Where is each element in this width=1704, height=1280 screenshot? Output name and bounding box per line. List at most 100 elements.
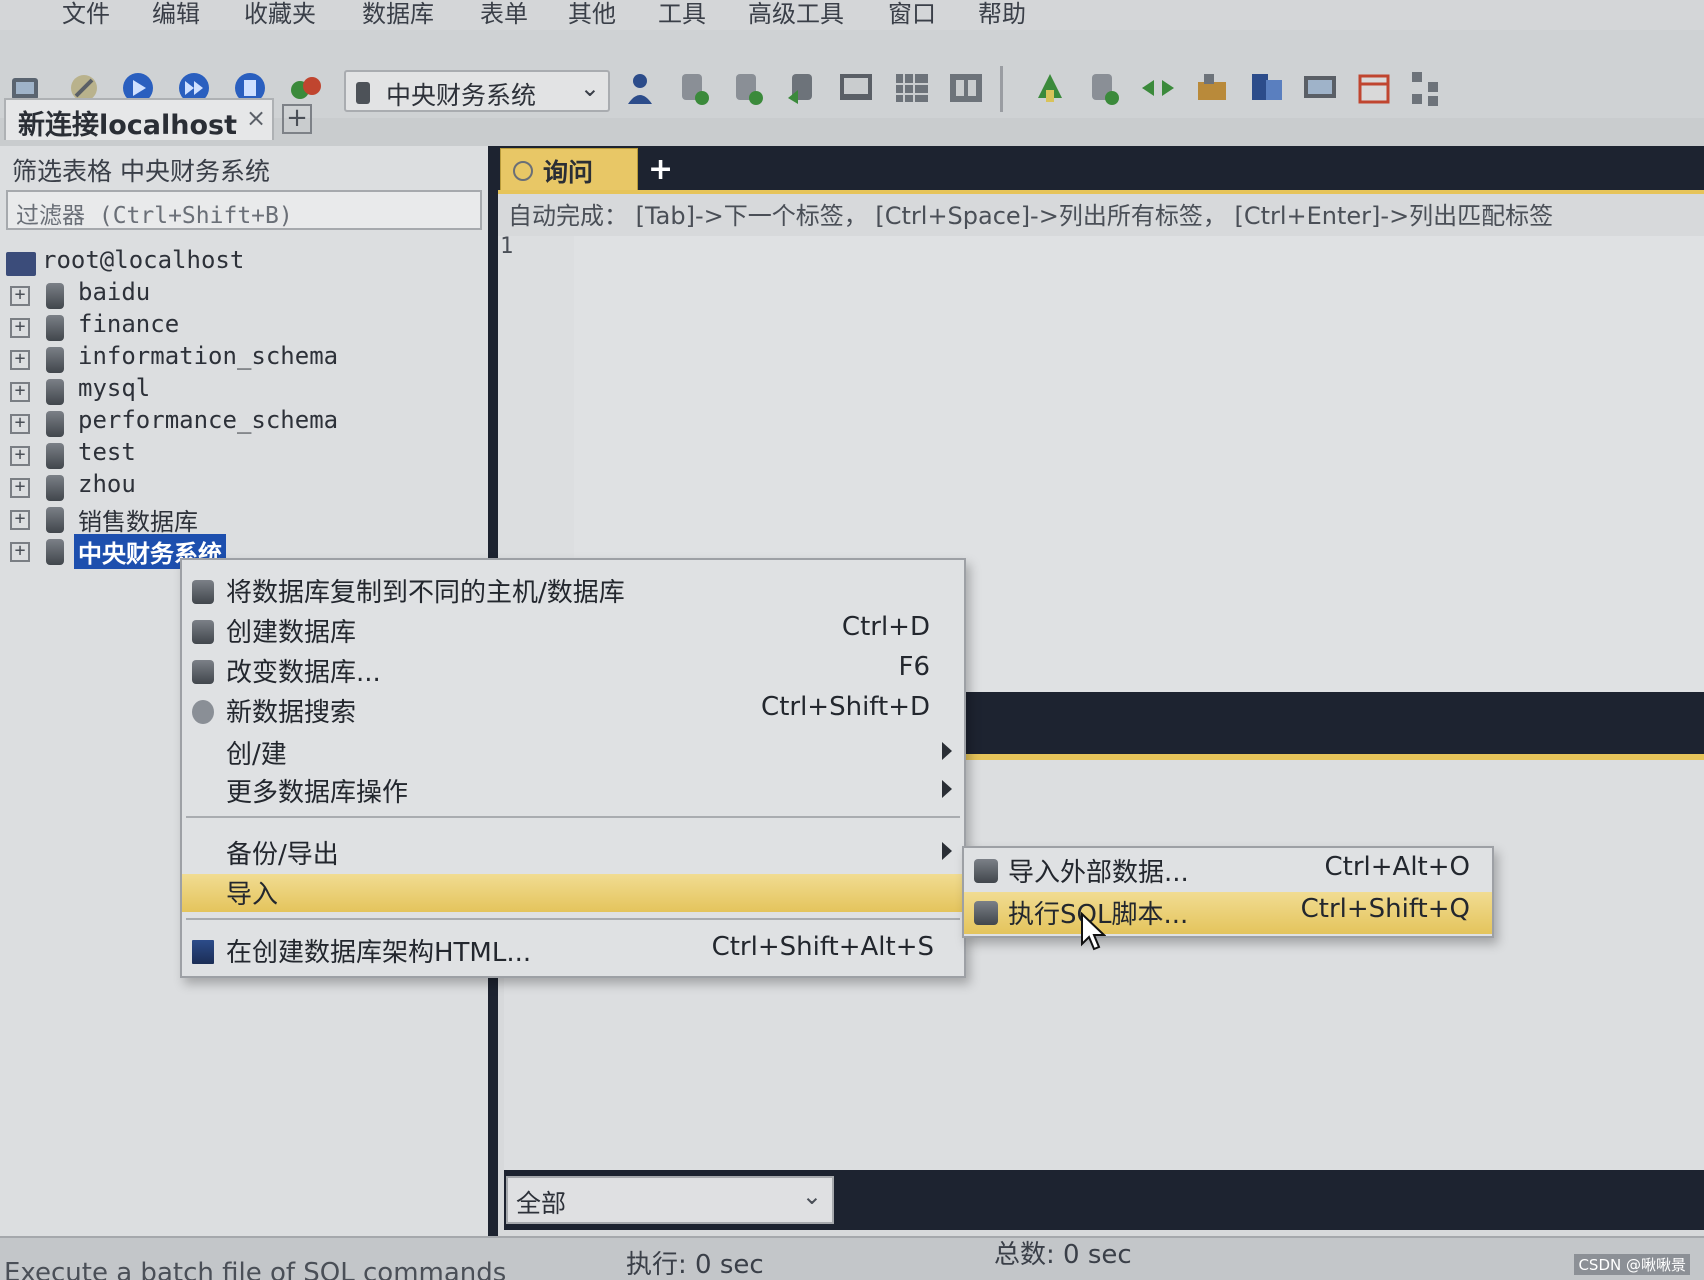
menu-item-import-external-data[interactable]: 导入外部数据... Ctrl+Alt+O xyxy=(964,850,1492,892)
expand-icon[interactable]: + xyxy=(10,350,30,370)
filter-input[interactable]: 过滤器 (Ctrl+Shift+B) xyxy=(6,190,482,230)
database-icon xyxy=(46,475,64,501)
tree-layout-icon[interactable] xyxy=(1406,68,1446,108)
connection-tab-label: 新连接localhost xyxy=(18,110,238,141)
chevron-down-icon: ⌄ xyxy=(801,1182,822,1210)
menu-item-execute-sql-script[interactable]: 执行SQL脚本... Ctrl+Shift+Q xyxy=(964,892,1492,934)
menu-item-label: 在创建数据库架构HTML... xyxy=(226,938,532,968)
tree-item-information-schema[interactable]: + information_schema xyxy=(0,342,488,376)
expand-icon[interactable]: + xyxy=(10,382,30,402)
mouse-cursor-icon xyxy=(1081,912,1106,951)
menu-item-label: 新数据搜索 xyxy=(226,698,357,728)
tree-item-label: baidu xyxy=(78,278,151,306)
menu-item-label: 将数据库复制到不同的主机/数据库 xyxy=(226,578,625,608)
expand-icon[interactable]: + xyxy=(10,542,30,562)
menu-item-create-database[interactable]: 创建数据库 Ctrl+D xyxy=(182,612,964,650)
menu-item-shortcut: Ctrl+Alt+O xyxy=(1324,852,1470,882)
import-table-icon[interactable] xyxy=(674,68,714,108)
database-icon xyxy=(46,507,64,533)
database-select[interactable]: 中央财务系统 ⌄ xyxy=(344,70,610,112)
menu-item-label: 改变数据库... xyxy=(226,658,381,688)
tab-query[interactable]: 询问 xyxy=(500,148,638,192)
menu-item-label: 备份/导出 xyxy=(226,840,339,870)
menu-item-backup-export[interactable]: 备份/导出 xyxy=(182,834,964,872)
job-agent-icon[interactable] xyxy=(1192,68,1232,108)
close-icon[interactable]: × xyxy=(246,104,266,132)
schema-sync-icon[interactable] xyxy=(1030,68,1070,108)
tree-item-label: finance xyxy=(78,310,180,338)
status-exec-time: 执行: 0 sec xyxy=(626,1250,764,1280)
tree-item-test[interactable]: + test xyxy=(0,438,488,472)
query-builder-icon[interactable] xyxy=(892,68,932,108)
menu-item-import[interactable]: 导入 xyxy=(182,874,964,912)
menu-edit[interactable]: 编辑 xyxy=(152,0,200,29)
menu-item-alter-database[interactable]: 改变数据库... F6 xyxy=(182,652,964,690)
menu-item-schema-html[interactable]: 在创建数据库架构HTML... Ctrl+Shift+Alt+S xyxy=(182,932,964,970)
status-message: Execute a batch file of SQL commands xyxy=(4,1258,507,1280)
expand-icon[interactable]: + xyxy=(10,318,30,338)
database-icon xyxy=(46,347,64,373)
export-table-icon[interactable] xyxy=(728,68,768,108)
tree-item-label: test xyxy=(78,438,136,466)
menu-separator xyxy=(186,918,960,920)
tree-item-finance[interactable]: + finance xyxy=(0,310,488,344)
database-add-icon xyxy=(192,620,214,644)
menu-item-label: 创/建 xyxy=(226,740,287,770)
tree-item-mysql[interactable]: + mysql xyxy=(0,374,488,408)
menu-item-new-data-search[interactable]: 新数据搜索 Ctrl+Shift+D xyxy=(182,692,964,730)
sync-icon[interactable] xyxy=(1138,68,1178,108)
copy-database-icon[interactable] xyxy=(782,68,822,108)
schema-designer-icon[interactable] xyxy=(836,68,876,108)
tree-item-baidu[interactable]: + baidu xyxy=(0,278,488,312)
database-icon xyxy=(46,283,64,309)
add-query-tab-button[interactable]: + xyxy=(648,152,673,187)
connection-tab[interactable]: 新连接localhost × xyxy=(4,98,274,141)
notification-icon[interactable] xyxy=(1246,68,1286,108)
backup-icon[interactable] xyxy=(1084,68,1124,108)
menu-item-label: 导入 xyxy=(226,880,279,910)
expand-icon[interactable]: + xyxy=(10,478,30,498)
menu-item-shortcut: Ctrl+Shift+D xyxy=(761,692,930,722)
result-filter-select[interactable]: 全部 ⌄ xyxy=(506,1176,834,1224)
toolbar-separator xyxy=(1000,66,1003,112)
menu-separator xyxy=(186,816,960,818)
database-icon xyxy=(46,315,64,341)
result-splitter[interactable] xyxy=(964,692,1704,754)
menu-item-shortcut: Ctrl+D xyxy=(841,612,930,642)
tree-root-node[interactable]: root@localhost xyxy=(0,246,488,280)
expand-icon[interactable]: + xyxy=(10,414,30,434)
add-connection-tab-button[interactable]: + xyxy=(282,104,312,134)
status-bar: Execute a batch file of SQL commands 执行:… xyxy=(0,1236,1704,1280)
monitor-icon[interactable] xyxy=(1300,68,1340,108)
user-manager-icon[interactable] xyxy=(620,68,660,108)
menu-item-create[interactable]: 创/建 xyxy=(182,734,964,772)
menu-tools[interactable]: 工具 xyxy=(658,0,706,29)
refresh-object-icon[interactable] xyxy=(286,68,326,108)
menu-other[interactable]: 其他 xyxy=(568,0,616,29)
menu-advanced-tools[interactable]: 高级工具 xyxy=(748,0,844,29)
query-tab-bar xyxy=(498,146,1704,190)
menu-file[interactable]: 文件 xyxy=(62,0,110,29)
menu-favorites[interactable]: 收藏夹 xyxy=(244,0,316,29)
calendar-icon[interactable] xyxy=(1354,68,1394,108)
menu-table[interactable]: 表单 xyxy=(480,0,528,29)
tree-item-sales-db[interactable]: + 销售数据库 xyxy=(0,504,488,536)
tree-item-performance-schema[interactable]: + performance_schema xyxy=(0,406,488,440)
menu-database[interactable]: 数据库 xyxy=(362,0,434,29)
menu-help[interactable]: 帮助 xyxy=(978,0,1026,29)
data-sync-icon[interactable] xyxy=(946,68,986,108)
expand-icon[interactable]: + xyxy=(10,510,30,530)
server-icon xyxy=(6,252,36,276)
menu-item-more-database-ops[interactable]: 更多数据库操作 xyxy=(182,772,964,810)
expand-icon[interactable]: + xyxy=(10,446,30,466)
tree-item-zhou[interactable]: + zhou xyxy=(0,470,488,504)
expand-icon[interactable]: + xyxy=(10,286,30,306)
query-icon xyxy=(513,161,533,181)
menu-window[interactable]: 窗口 xyxy=(888,0,936,29)
autocomplete-hint: 自动完成： [Tab]->下一个标签， [Ctrl+Space]->列出所有标签… xyxy=(508,202,1554,230)
menu-bar: 文件 编辑 收藏夹 数据库 表单 其他 工具 高级工具 窗口 帮助 xyxy=(0,0,1704,30)
database-icon xyxy=(46,411,64,437)
menu-item-copy-database[interactable]: 将数据库复制到不同的主机/数据库 xyxy=(182,572,964,610)
database-edit-icon xyxy=(192,660,214,684)
tree-item-label: mysql xyxy=(78,374,151,402)
